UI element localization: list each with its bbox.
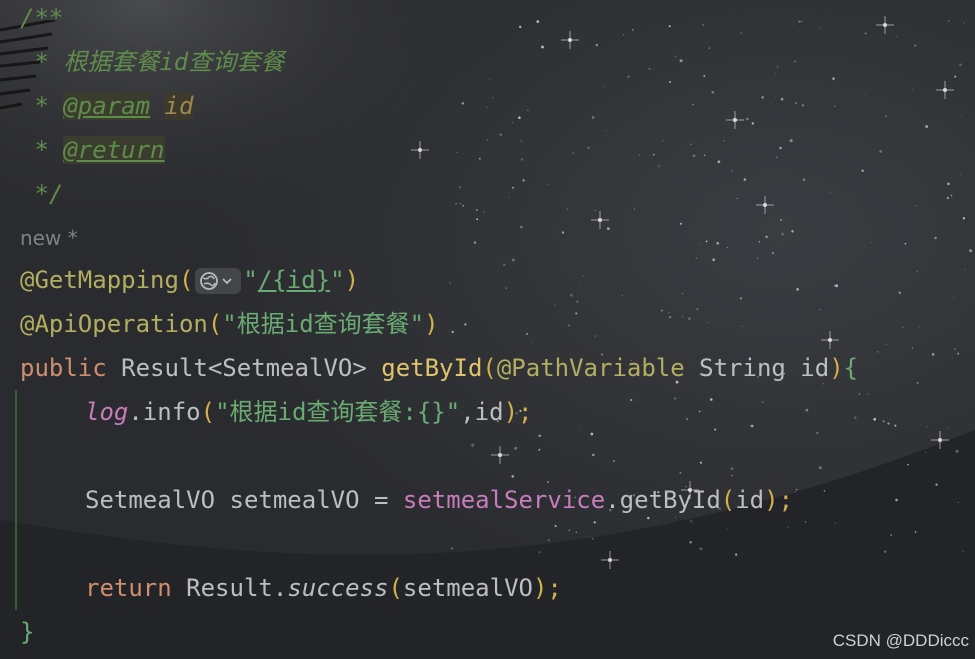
code-line-4: * @return [20, 128, 165, 172]
code-line-5: */ [20, 172, 63, 216]
code-line-10: log.info("根据id查询套餐:{}",id); [85, 390, 532, 434]
author-inlay-hint[interactable]: new * [20, 216, 78, 260]
paren-close: ); [764, 486, 794, 514]
endpoint-inlay-button[interactable] [195, 268, 242, 294]
paren-open: ( [207, 310, 223, 338]
paren-close: ); [503, 398, 533, 426]
code-line-12: SetmealVO setmealVO = setmealService.get… [85, 478, 793, 522]
operation-description: "根据id查询套餐" [222, 310, 425, 338]
log-message: "根据id查询套餐:{}" [215, 398, 461, 426]
keyword-return: return [85, 574, 187, 602]
chevron-down-icon [222, 278, 233, 285]
string-quote: " [243, 266, 258, 294]
indent-guide [15, 390, 17, 610]
doc-comment-open: /** [20, 4, 64, 32]
brace-close: } [20, 618, 35, 646]
doc-star: * [20, 136, 64, 164]
paren-open: ( [482, 354, 497, 382]
code-line-3: * @param id [20, 84, 194, 128]
doc-comment-close: */ [20, 180, 64, 208]
mapping-path-link[interactable]: /{id} [258, 266, 330, 294]
getbyid-call[interactable]: .getById [605, 486, 721, 514]
doc-comment-summary: * 根据套餐id查询套餐 [20, 48, 285, 76]
paren-open: ( [720, 486, 736, 514]
method-parameter: String id [684, 354, 830, 382]
globe-icon [200, 272, 219, 290]
doc-param-name[interactable]: id [164, 92, 194, 120]
code-line-14: return Result.success(setmealVO); [85, 566, 562, 610]
watermark: CSDN @DDDiccc [832, 631, 969, 650]
code-editor[interactable]: /** * 根据套餐id查询套餐 * @param id * @return *… [0, 0, 975, 659]
paren-close: ) [344, 266, 360, 294]
code-line-7: @GetMapping( "/{id}") [20, 258, 359, 302]
doc-star: * [20, 92, 64, 120]
variable-declaration: SetmealVO setmealVO = [85, 486, 403, 514]
apioperation-annotation[interactable]: @ApiOperation [20, 310, 208, 338]
code-line-2: * 根据套餐id查询套餐 [20, 40, 284, 84]
code-line-9: public Result<SetmealVO> getById(@PathVa… [20, 346, 858, 390]
paren-close: ); [532, 574, 562, 602]
paren-close: ) [829, 354, 844, 382]
doc-return-tag[interactable]: @return [63, 136, 165, 164]
code-line-15: } [20, 610, 34, 654]
code-line-8: @ApiOperation("根据id查询套餐") [20, 302, 439, 346]
paren-open: ( [388, 574, 403, 602]
brace-open: { [843, 354, 859, 382]
log-field[interactable]: log [85, 398, 128, 426]
method-name[interactable]: getById [381, 354, 482, 382]
keyword-public: public [20, 354, 122, 382]
info-call[interactable]: .info [128, 398, 200, 426]
setmeal-service-field[interactable]: setmealService [403, 486, 605, 514]
return-argument: setmealVO [402, 574, 533, 602]
paren-open: ( [178, 266, 194, 294]
paren-close: ) [424, 310, 439, 338]
string-quote: " [330, 266, 345, 294]
paren-open: ( [200, 398, 216, 426]
success-method[interactable]: success [287, 574, 388, 602]
log-argument: ,id [460, 398, 504, 426]
pathvariable-annotation[interactable]: @PathVariable [497, 354, 685, 382]
return-type[interactable]: Result<SetmealVO> [121, 354, 381, 382]
call-argument: id [735, 486, 765, 514]
getmapping-annotation[interactable]: @GetMapping [20, 266, 179, 294]
doc-param-tag[interactable]: @param [63, 92, 151, 120]
code-line-1: /** [20, 0, 63, 40]
result-class[interactable]: Result. [186, 574, 287, 602]
